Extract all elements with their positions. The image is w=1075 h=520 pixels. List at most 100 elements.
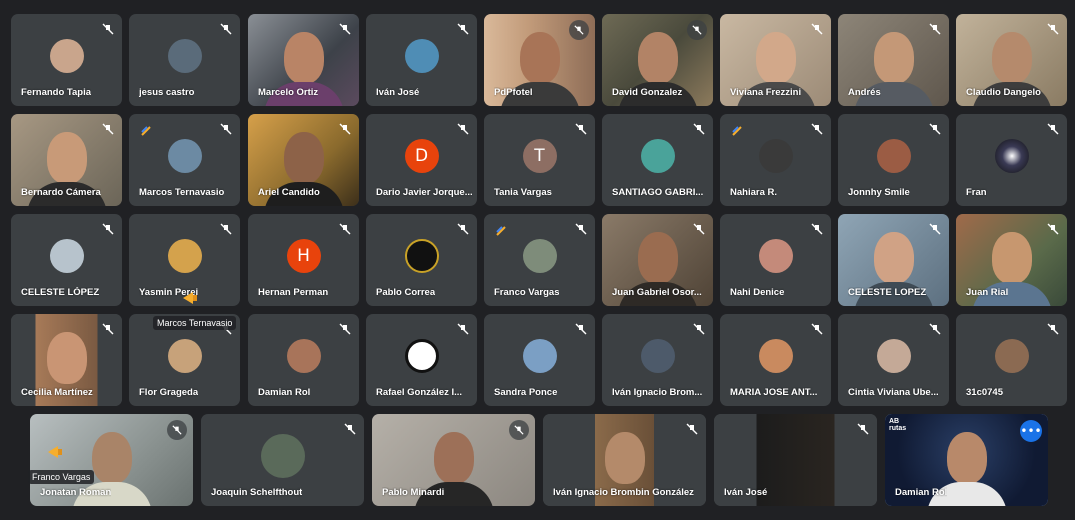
mic-off-icon (811, 123, 823, 135)
participant-tile[interactable]: Ariel Candido (248, 114, 359, 206)
participant-tile[interactable]: Joaquin Schelfthout (201, 414, 364, 506)
avatar (286, 339, 321, 374)
self-view-tile[interactable]: AB rutas ••• Damian Rol (885, 414, 1048, 506)
mic-off-icon (1047, 323, 1059, 335)
participant-tile[interactable]: Cintia Viviana Ube... (838, 314, 949, 406)
participant-tile[interactable]: Fran (956, 114, 1067, 206)
mic-off-icon (857, 423, 869, 435)
mic-off-icon (102, 123, 114, 135)
participant-tile[interactable]: Claudio Dangelo (956, 14, 1067, 106)
effects-icon (496, 226, 506, 236)
avatar (404, 239, 439, 274)
participant-name: PdPfotel (494, 87, 533, 98)
mic-off-icon (339, 23, 351, 35)
participant-tile[interactable]: Iván Ignacio Brombin González (543, 414, 706, 506)
participant-name: Pablo Minardi (382, 487, 445, 498)
participant-name: Andrés (848, 87, 881, 98)
brand-logo: AB rutas (889, 418, 907, 432)
participant-tile[interactable]: Juan Gabriel Osor... (602, 214, 713, 306)
participant-tile[interactable]: jesus castro (129, 14, 240, 106)
participant-tile[interactable]: Yasmin Perei (129, 214, 240, 306)
speaker-tooltip: Marcos Ternavasio (153, 316, 237, 330)
participant-tile[interactable]: CELESTE LÓPEZ (11, 214, 122, 306)
participant-tile[interactable]: H Hernan Perman (248, 214, 359, 306)
participant-name: SANTIAGO GABRI... (612, 187, 704, 198)
participant-tile[interactable]: Marcos Ternavasio (129, 114, 240, 206)
participant-tile[interactable]: Pablo Correa (366, 214, 477, 306)
avatar (404, 339, 439, 374)
participant-name: David Gonzalez (612, 87, 683, 98)
participant-name: Cintia Viviana Ube... (848, 387, 939, 398)
participant-name: CELESTE LOPEZ (848, 287, 927, 298)
participant-name: Fernando Tapia (21, 87, 92, 98)
more-options-button[interactable]: ••• (1020, 420, 1042, 442)
participant-face (283, 132, 324, 184)
avatar-initial: H (286, 239, 321, 274)
mic-off-icon (220, 123, 232, 135)
participant-name: Marcos Ternavasio (139, 187, 225, 198)
participant-tile[interactable]: CELESTE LOPEZ (838, 214, 949, 306)
avatar (876, 339, 911, 374)
participant-name: Ariel Candido (258, 187, 320, 198)
mic-off-icon (1047, 123, 1059, 135)
participant-tile[interactable]: Franco Vargas (484, 214, 595, 306)
participant-tile[interactable]: Fernando Tapia (11, 14, 122, 106)
participant-name: Damian Rol (258, 387, 311, 398)
participant-name: Marcelo Ortiz (258, 87, 319, 98)
mic-off-icon (457, 23, 469, 35)
participant-tile[interactable]: Iván José (366, 14, 477, 106)
participant-name: jesus castro (139, 87, 195, 98)
avatar (49, 39, 84, 74)
avatar-initial: T (522, 139, 557, 174)
avatar (167, 139, 202, 174)
mic-off-icon (457, 223, 469, 235)
participant-face (519, 32, 560, 84)
avatar (167, 39, 202, 74)
participant-tile[interactable]: Sandra Ponce (484, 314, 595, 406)
participant-tile[interactable]: Jonatan Roman (30, 414, 193, 506)
participant-tile[interactable]: Rafael González I... (366, 314, 477, 406)
participant-name: Jonatan Roman (40, 487, 112, 498)
participant-tile[interactable]: Nahiara R. (720, 114, 831, 206)
participant-tile[interactable]: PdPfotel (484, 14, 595, 106)
mic-off-icon (687, 20, 707, 40)
mic-off-icon (929, 223, 941, 235)
mic-off-icon (344, 423, 356, 435)
mic-off-icon (339, 123, 351, 135)
participant-face (946, 432, 987, 484)
avatar (876, 139, 911, 174)
avatar (167, 339, 202, 374)
mic-off-icon (339, 323, 351, 335)
participant-name: Rafael González I... (376, 387, 463, 398)
participant-tile[interactable]: Nahi Denice (720, 214, 831, 306)
mic-off-icon (929, 123, 941, 135)
effects-icon (732, 126, 742, 136)
participant-tile[interactable]: Marcelo Ortiz (248, 14, 359, 106)
participant-tile[interactable]: Andrés (838, 14, 949, 106)
mic-off-icon (1047, 23, 1059, 35)
mic-off-icon (811, 323, 823, 335)
participant-tile[interactable]: Cecilia Martínez (11, 314, 122, 406)
participant-tile[interactable]: Iván José (714, 414, 877, 506)
mic-off-icon (220, 23, 232, 35)
participant-tile[interactable]: Iván Ignacio Brom... (602, 314, 713, 406)
participant-tile[interactable]: Juan Rial (956, 214, 1067, 306)
participant-name: Juan Rial (966, 287, 1009, 298)
mic-off-icon (686, 423, 698, 435)
participant-tile[interactable]: David Gonzalez (602, 14, 713, 106)
participant-tile[interactable]: Damian Rol (248, 314, 359, 406)
participant-tile[interactable]: D Dario Javier Jorque... (366, 114, 477, 206)
participant-tile[interactable]: Pablo Minardi (372, 414, 535, 506)
avatar (758, 239, 793, 274)
participant-name: Juan Gabriel Osor... (612, 287, 702, 298)
participant-tile[interactable]: Bernardo Cámera (11, 114, 122, 206)
participant-tile[interactable]: T Tania Vargas (484, 114, 595, 206)
participant-tile[interactable]: SANTIAGO GABRI... (602, 114, 713, 206)
participant-tile[interactable]: MARIA JOSE ANT... (720, 314, 831, 406)
participant-tile[interactable]: Viviana Frezzini (720, 14, 831, 106)
participant-name: Bernardo Cámera (21, 187, 101, 198)
mic-off-icon (167, 420, 187, 440)
mic-off-icon (102, 323, 114, 335)
participant-tile[interactable]: 31c0745 (956, 314, 1067, 406)
participant-tile[interactable]: Jonnhy Smile (838, 114, 949, 206)
